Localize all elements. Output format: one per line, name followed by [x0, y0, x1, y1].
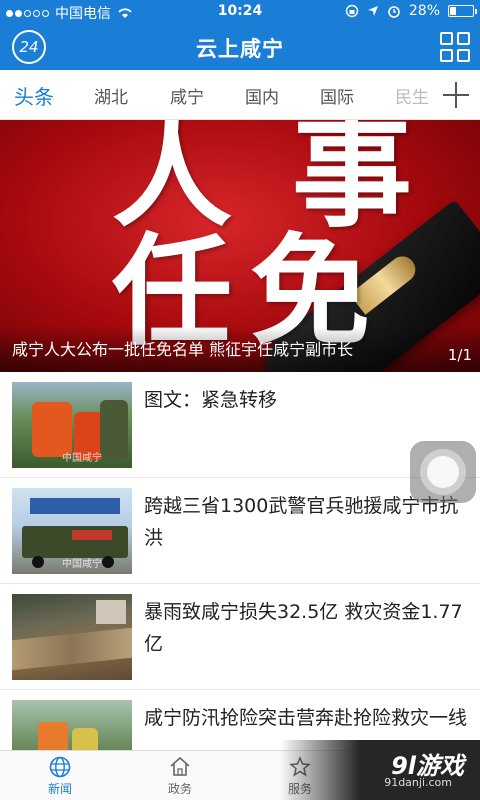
channel-tabs: 头条 湖北 咸宁 国内 国际 民生	[0, 70, 480, 120]
tab-guonei[interactable]: 国内	[245, 83, 279, 108]
thumbnail-watermark: 中国咸宁	[62, 559, 102, 570]
rotation-lock-icon	[345, 4, 359, 18]
banner-char: 人	[112, 120, 232, 244]
battery-percent: 28%	[408, 3, 440, 19]
news-thumbnail: 中国咸宁	[12, 382, 132, 468]
news-thumbnail: 中国咸宁	[12, 488, 132, 574]
list-item[interactable]: 中国咸宁 跨越三省1300武警官兵驰援咸宁市抗洪	[0, 478, 480, 584]
watermark-url: 91danji.com	[384, 776, 452, 789]
home-icon	[170, 756, 190, 776]
add-channel-icon[interactable]	[440, 76, 472, 114]
list-item[interactable]: 暴雨致咸宁损失32.5亿 救灾资金1.77亿	[0, 584, 480, 690]
alarm-icon	[388, 6, 400, 18]
thumbnail-watermark: 中国咸宁	[62, 453, 102, 464]
grid-menu-icon[interactable]	[440, 32, 470, 62]
tab-guoji[interactable]: 国际	[320, 83, 354, 108]
status-bar: 中国电信 10:24 28%	[0, 0, 480, 24]
news-list: 中国咸宁 图文：紧急转移 中国咸宁 跨越三省1300武警官兵驰援咸宁市抗洪 暴雨…	[0, 372, 480, 750]
news-title: 咸宁防汛抢险突击营奔赴抢险救灾一线	[144, 707, 468, 729]
nav-label: 政务	[167, 782, 192, 796]
battery-icon	[448, 5, 477, 17]
page-title: 云上咸宁	[196, 37, 284, 61]
banner-pager: 1/1	[447, 346, 472, 364]
nav-government[interactable]: 政务	[140, 755, 220, 797]
news-title: 图文：紧急转移	[144, 389, 278, 411]
location-icon	[367, 6, 378, 16]
tab-minsheng[interactable]: 民生	[395, 83, 429, 108]
assistive-touch-button[interactable]	[410, 441, 476, 503]
news-thumbnail	[12, 594, 132, 680]
headline-banner[interactable]: 人 事 任 免 咸宁人大公布一批任免名单 熊征宇任咸宁副市长 1/1	[0, 120, 480, 372]
nav-label: 新闻	[47, 782, 72, 796]
news-thumbnail	[12, 700, 132, 750]
bottom-nav: 新闻 政务 服务 9l游戏 91danji.com	[0, 740, 480, 800]
tab-hubei[interactable]: 湖北	[94, 83, 128, 108]
banner-char: 事	[292, 120, 412, 244]
app-header: 24 云上咸宁	[0, 24, 480, 70]
tab-toutiao[interactable]: 头条	[14, 81, 54, 110]
tab-xianning[interactable]: 咸宁	[170, 83, 204, 108]
site-watermark: 9l游戏 91danji.com	[280, 740, 480, 800]
globe-icon	[49, 756, 71, 778]
nav-news[interactable]: 新闻	[20, 755, 100, 797]
list-item[interactable]: 中国咸宁 图文：紧急转移	[0, 372, 480, 478]
banner-caption: 咸宁人大公布一批任免名单 熊征宇任咸宁副市长	[12, 340, 354, 359]
news-title: 暴雨致咸宁损失32.5亿 救灾资金1.77亿	[144, 601, 463, 655]
